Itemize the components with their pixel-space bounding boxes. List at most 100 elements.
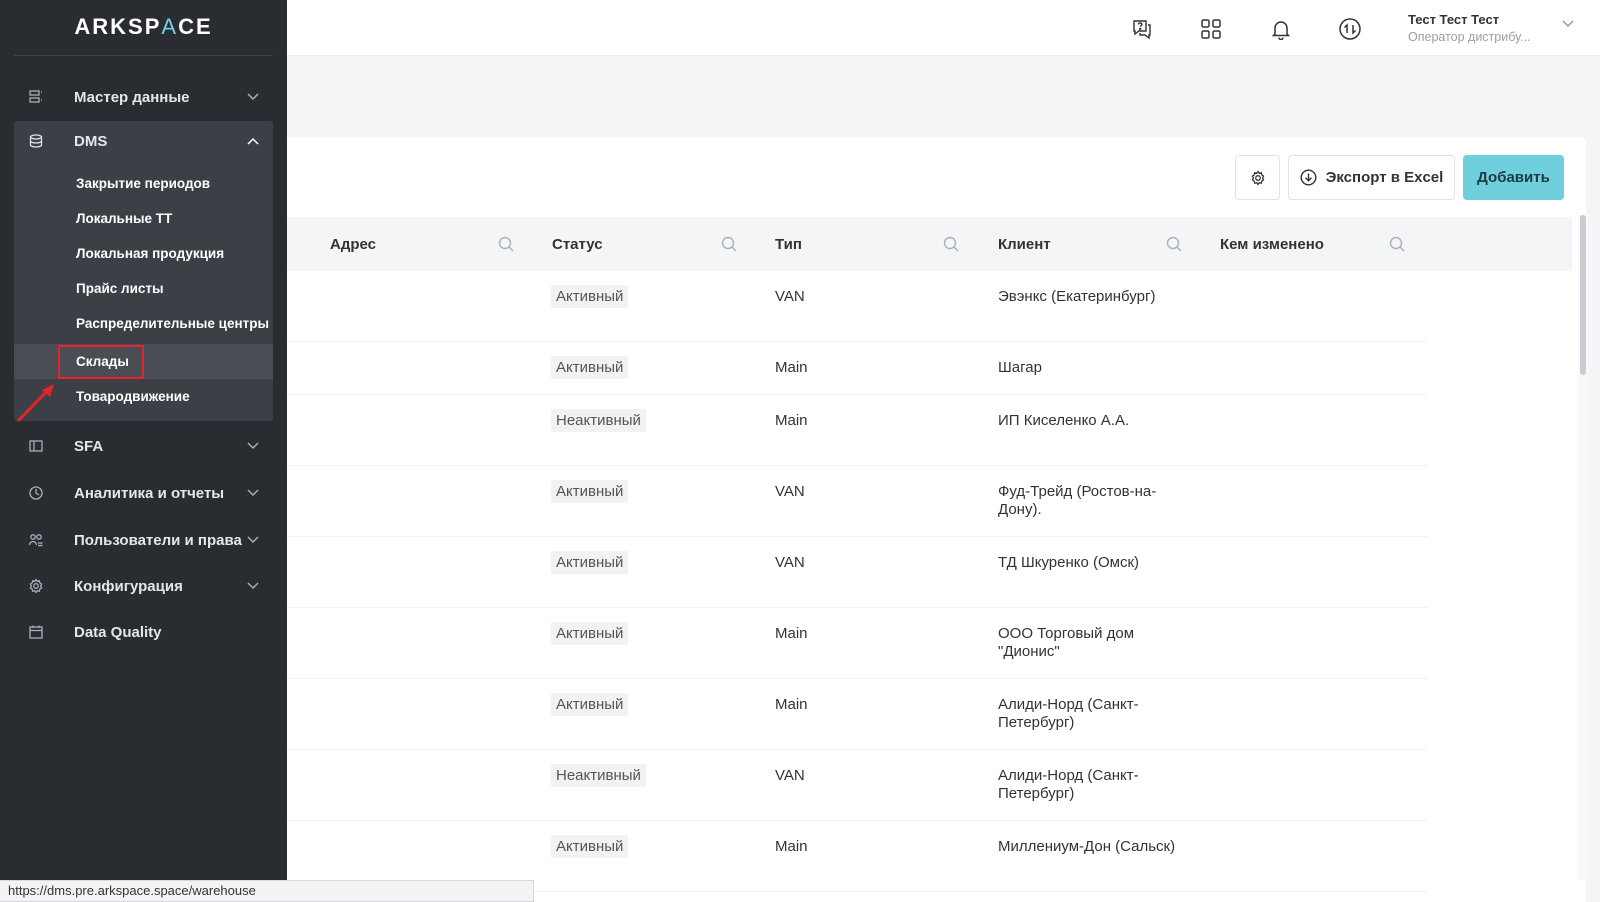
add-button-label: Добавить	[1477, 169, 1550, 186]
top-bar: Тест Тест Тест Оператор дистрибу...	[287, 0, 1600, 56]
column-header-changed-by[interactable]: Кем изменено	[1220, 217, 1324, 271]
sidebar-item-analytics[interactable]: Аналитика и отчеты	[14, 473, 273, 513]
status-badge: Активный	[551, 835, 629, 858]
type-cell: VAN	[775, 483, 805, 500]
search-icon[interactable]	[1389, 236, 1405, 252]
sidebar-subitem-label: Локальные ТТ	[76, 211, 173, 226]
download-icon	[1300, 169, 1317, 186]
scrollbar-thumb[interactable]	[1580, 215, 1586, 375]
gear-icon	[26, 576, 46, 596]
add-button[interactable]: Добавить	[1463, 155, 1564, 200]
sidebar-item-label: Пользователи и права	[74, 531, 242, 549]
status-badge: Активный	[551, 480, 629, 503]
type-cell: Main	[775, 359, 808, 376]
logo-tail: CE	[178, 14, 213, 39]
user-name[interactable]: Тест Тест Тест	[1408, 12, 1499, 27]
table-row[interactable]: Активный VAN ТД Шкуренко (Омск)	[287, 537, 1427, 608]
search-icon[interactable]	[498, 236, 514, 252]
client-cell: Миллениум-Дон (Сальск)	[998, 838, 1176, 855]
sidebar-item-label: Data Quality	[74, 623, 162, 641]
sidebar-subitem-label: Товародвижение	[76, 389, 190, 404]
column-header-type[interactable]: Тип	[775, 217, 802, 271]
table-settings-button[interactable]	[1235, 155, 1280, 200]
sidebar-subitem-period-closing[interactable]: Закрытие периодов	[14, 166, 273, 201]
sidebar-item-master-data[interactable]: Мастер данные	[14, 77, 273, 117]
client-cell: ИП Киселенко А.А.	[998, 412, 1130, 429]
sidebar-subitem-distribution-centers[interactable]: Распределительные центры	[14, 306, 273, 341]
sidebar-subitem-label: Прайс листы	[76, 281, 164, 296]
master-data-icon	[26, 87, 46, 107]
type-cell: VAN	[775, 554, 805, 571]
sidebar-subitem-label: Закрытие периодов	[76, 176, 211, 191]
logo[interactable]: ARKSPACE	[0, 14, 287, 40]
table-row[interactable]: Неактивный Main ИП Киселенко А.А.	[287, 395, 1427, 466]
logo-accent: A	[161, 14, 179, 39]
warehouses-card: Экспорт в Excel Добавить Адрес Статус Ти…	[287, 137, 1586, 902]
help-chat-icon[interactable]	[1129, 16, 1155, 42]
user-menu-chevron-icon[interactable]	[1562, 20, 1574, 28]
search-icon[interactable]	[1166, 236, 1182, 252]
client-cell: Шагар	[998, 359, 1042, 376]
column-header-status[interactable]: Статус	[552, 217, 603, 271]
type-cell: VAN	[775, 767, 805, 784]
chevron-down-icon	[243, 489, 263, 497]
sidebar: ARKSPACE Мастер данные DMS Закрытие пери…	[0, 0, 287, 902]
search-icon[interactable]	[943, 236, 959, 252]
table-row[interactable]: Активный Main ООО Торговый дом "Дионис"	[287, 608, 1427, 679]
type-cell: Main	[775, 625, 808, 642]
export-excel-button[interactable]: Экспорт в Excel	[1288, 155, 1455, 200]
table-row[interactable]: Активный Main Шагар	[287, 342, 1427, 395]
chevron-down-icon	[243, 442, 263, 450]
chevron-down-icon	[243, 582, 263, 590]
column-header-client[interactable]: Клиент	[998, 217, 1051, 271]
client-cell: Эвэнкс (Екатеринбург)	[998, 288, 1156, 305]
sidebar-item-sfa[interactable]: SFA	[14, 426, 273, 466]
sidebar-item-label: Аналитика и отчеты	[74, 484, 225, 502]
type-cell: VAN	[775, 288, 805, 305]
bell-icon[interactable]	[1268, 16, 1294, 42]
browser-status-bar: https://dms.pre.arkspace.space/warehouse	[0, 880, 534, 902]
sidebar-subitem-local-outlets[interactable]: Локальные ТТ	[14, 201, 273, 236]
client-cell: ТД Шкуренко (Омск)	[998, 554, 1140, 571]
search-icon[interactable]	[721, 236, 737, 252]
analytics-icon	[26, 483, 46, 503]
apps-grid-icon[interactable]	[1198, 16, 1224, 42]
sfa-icon	[26, 436, 46, 456]
status-badge: Активный	[551, 693, 629, 716]
type-cell: Main	[775, 838, 808, 855]
logo-divider	[14, 55, 273, 56]
client-cell: Алиди-Норд (Санкт-Петербург)	[998, 696, 1139, 731]
sidebar-item-label: DMS	[74, 132, 108, 150]
chevron-up-icon	[243, 137, 263, 145]
status-badge: Активный	[551, 622, 629, 645]
column-header-address[interactable]: Адрес	[330, 217, 376, 271]
sidebar-item-label: SFA	[74, 437, 104, 455]
type-cell: Main	[775, 412, 808, 429]
status-badge: Неактивный	[551, 409, 646, 432]
user-role: Оператор дистрибу...	[1408, 30, 1531, 44]
client-cell: Алиди-Норд (Санкт-Петербург)	[998, 767, 1139, 802]
calendar-icon	[26, 622, 46, 642]
database-icon	[26, 131, 46, 151]
sidebar-item-data-quality[interactable]: Data Quality	[14, 612, 273, 652]
sidebar-item-label: Конфигурация	[74, 577, 183, 595]
sidebar-item-dms[interactable]: DMS	[14, 121, 273, 161]
table-header: Адрес Статус Тип Клиент Кем изменено	[287, 217, 1572, 271]
chevron-down-icon	[243, 536, 263, 544]
gear-icon	[1251, 169, 1264, 186]
client-cell: Фуд-Трейд (Ростов-на-Дону).	[998, 483, 1157, 518]
type-cell: Main	[775, 696, 808, 713]
sidebar-item-configuration[interactable]: Конфигурация	[14, 566, 273, 606]
table-row[interactable]: Активный VAN Фуд-Трейд (Ростов-на-Дону).	[287, 466, 1427, 537]
table-row[interactable]: Неактивный VAN Алиди-Норд (Санкт-Петербу…	[287, 750, 1427, 821]
table-row[interactable]: Активный VAN Эвэнкс (Екатеринбург)	[287, 271, 1427, 342]
client-cell: ООО Торговый дом "Дионис"	[998, 625, 1135, 660]
sidebar-subitem-label: Распределительные центры	[76, 316, 269, 331]
sidebar-subitem-price-lists[interactable]: Прайс листы	[14, 271, 273, 306]
sidebar-subitem-local-products[interactable]: Локальная продукция	[14, 236, 273, 271]
sidebar-item-users[interactable]: Пользователи и права	[14, 520, 273, 560]
status-badge: Активный	[551, 356, 629, 379]
status-badge: Неактивный	[551, 764, 646, 787]
sync-icon[interactable]	[1337, 16, 1363, 42]
table-row[interactable]: Активный Main Алиди-Норд (Санкт-Петербур…	[287, 679, 1427, 750]
